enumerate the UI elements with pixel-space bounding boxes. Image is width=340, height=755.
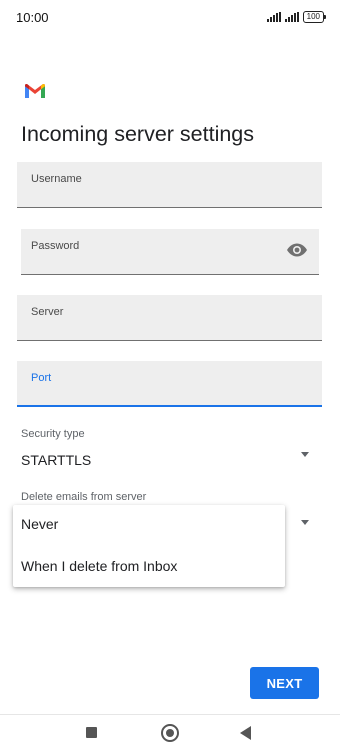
port-field[interactable]: Port [17,361,322,407]
username-label: Username [31,173,82,185]
signal-2-icon [284,12,299,22]
server-field[interactable]: Server [17,295,322,341]
status-time: 10:00 [16,10,49,25]
gmail-logo-icon [25,84,45,98]
signal-1-icon [266,12,281,22]
menu-item-when-delete-inbox[interactable]: When I delete from Inbox [21,558,177,574]
eye-icon[interactable] [286,243,308,257]
password-label: Password [31,240,80,252]
nav-divider [0,714,340,715]
server-label: Server [31,306,64,318]
delete-emails-menu: Never When I delete from Inbox [13,505,285,587]
security-type-label: Security type [21,428,85,440]
delete-emails-label: Delete emails from server [21,491,147,503]
port-label: Port [31,372,52,384]
back-icon[interactable] [240,726,251,740]
battery-icon: 100 [302,11,327,23]
status-icons: 100 [266,10,327,24]
delete-emails-dropdown-icon[interactable] [301,520,309,525]
battery-level: 100 [306,12,320,21]
home-icon[interactable] [161,724,179,742]
menu-item-never[interactable]: Never [21,516,58,532]
next-button[interactable]: NEXT [250,667,319,699]
password-field[interactable]: Password [21,229,319,275]
security-type-dropdown-icon[interactable] [301,452,309,457]
page-title: Incoming server settings [21,122,255,146]
username-field[interactable]: Username [17,162,322,208]
security-type-value[interactable]: STARTTLS [21,452,91,468]
recents-icon[interactable] [86,727,97,738]
